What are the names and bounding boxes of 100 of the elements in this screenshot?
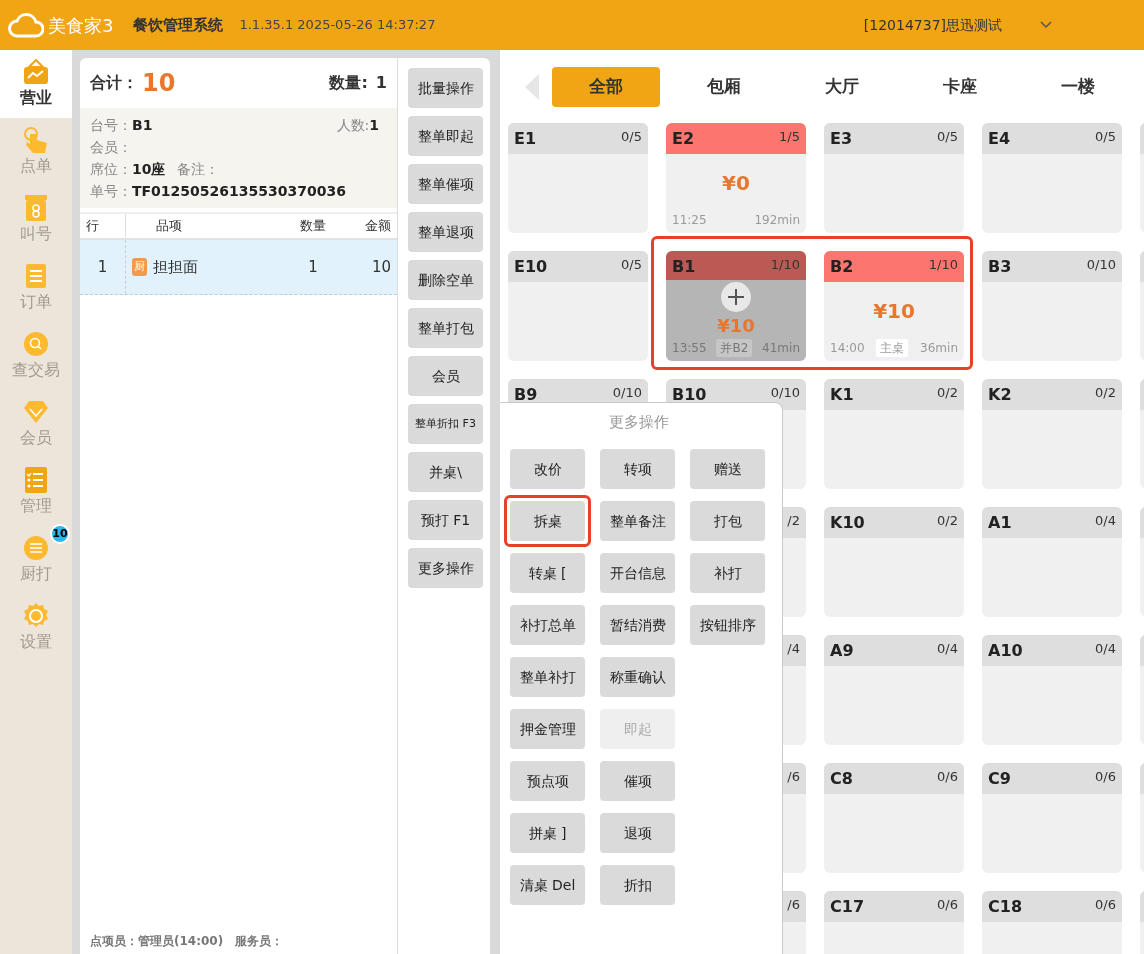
table-card[interactable]: K10 0/2 (824, 507, 964, 617)
table-name: E1 (514, 128, 537, 150)
table-cell-text: 1 (307, 256, 319, 278)
area-tab[interactable]: 一楼 (1024, 66, 1132, 107)
seat-count: 1/10 (928, 256, 958, 274)
area-tab[interactable]: 包厢 (670, 66, 778, 107)
menu-button[interactable]: 补打总单 (510, 605, 585, 645)
duration-text: 192min (754, 212, 800, 229)
amount-text: ¥10 (716, 314, 756, 338)
menu-button[interactable]: 改价 (510, 449, 585, 489)
menu-button[interactable]: 退项 (600, 813, 675, 853)
seat-count: 0/5 (621, 128, 642, 146)
action-button[interactable]: 整单退项 (408, 212, 483, 252)
table-name: C8 (830, 768, 853, 790)
field-label: 点项员： (90, 934, 138, 948)
menu-button[interactable]: 拼桌 ] (510, 813, 585, 853)
action-button[interactable]: 并桌\ (408, 452, 483, 492)
account-name[interactable]: [12014737]思迅测试 (863, 14, 1002, 36)
table-card[interactable]: E4 0/5 (982, 123, 1122, 233)
area-tab[interactable]: 全部 (552, 66, 660, 107)
table-card[interactable]: A10 0/4 (982, 635, 1122, 745)
menu-button[interactable]: 暂结消费 (600, 605, 675, 645)
version-text: 1.1.35.1 2025-05-26 14:37:27 (239, 16, 436, 35)
field-label: 台号： (90, 116, 132, 133)
seat-count: 1/5 (779, 128, 800, 146)
sidebar-item[interactable]: 营业 (0, 50, 72, 118)
seat-count: /6 (787, 768, 800, 786)
seat-count: 0/6 (1095, 896, 1116, 914)
action-button[interactable]: 删除空单 (408, 260, 483, 300)
total-amount: 10 (142, 68, 176, 99)
table-name: K2 (988, 384, 1012, 406)
menu-button[interactable]: 打包 (690, 501, 765, 541)
field-label: 席位： (90, 160, 132, 177)
search-icon (21, 330, 51, 358)
popup-title: 更多操作 (607, 412, 670, 433)
table-name: B10 (672, 384, 707, 406)
area-tab[interactable]: 大厅 (788, 66, 896, 107)
action-button[interactable]: 批量操作 (408, 68, 483, 108)
sidebar-item[interactable]: 厨打 10 (0, 526, 72, 594)
plus-icon[interactable] (728, 289, 744, 305)
table-card[interactable]: E10 0/5 (508, 251, 648, 361)
logo-text: 美食家3 (48, 13, 114, 38)
menu-button[interactable]: 整单补打 (510, 657, 585, 697)
duration-text: 36min (920, 340, 958, 357)
area-tab[interactable]: 卡座 (906, 66, 1014, 107)
field-label: 会员： (90, 138, 132, 155)
table-card[interactable]: B1 1/10 ¥10 13:55 并B2 41min (666, 251, 806, 361)
menu-button[interactable]: 清桌 Del (510, 865, 585, 905)
table-card[interactable]: K1 0/2 (824, 379, 964, 489)
table-name: A10 (988, 640, 1023, 662)
chevron-down-icon[interactable] (1040, 21, 1052, 29)
table-card[interactable]: E3 0/5 (824, 123, 964, 233)
menu-lines-icon (21, 534, 51, 562)
action-button[interactable]: 会员 (408, 356, 483, 396)
add-button[interactable] (721, 282, 751, 312)
action-button[interactable]: 整单折扣 F3 (408, 404, 483, 444)
total-label: 合计： (90, 72, 138, 94)
menu-button[interactable]: 押金管理 (510, 709, 585, 749)
menu-button[interactable]: 转项 (600, 449, 675, 489)
menu-button[interactable]: 转桌 [ (510, 553, 585, 593)
table-card[interactable]: E2 1/5 ¥0 11:25 192min (666, 123, 806, 233)
menu-button[interactable]: 按钮排序 (690, 605, 765, 645)
table-name: K1 (830, 384, 854, 406)
open-time: 11:25 (672, 212, 707, 229)
menu-button[interactable]: 补打 (690, 553, 765, 593)
seat-count: 0/10 (612, 384, 642, 402)
action-button[interactable]: 预打 F1 (408, 500, 483, 540)
table-card[interactable]: B2 1/10 ¥10 14:00 主桌 36min (824, 251, 964, 361)
table-name: C9 (988, 768, 1011, 790)
table-card[interactable]: C18 0/6 (982, 891, 1122, 954)
field-value: TF01250526135530370036 (132, 182, 346, 199)
table-card[interactable]: C8 0/6 (824, 763, 964, 873)
action-button[interactable]: 整单即起 (408, 116, 483, 156)
table-card[interactable]: C17 0/6 (824, 891, 964, 954)
table-card[interactable]: C9 0/6 (982, 763, 1122, 873)
amount-text: ¥0 (721, 170, 751, 197)
table-card[interactable]: A9 0/4 (824, 635, 964, 745)
menu-button[interactable]: 折扣 (600, 865, 675, 905)
column-header: 品项 (155, 217, 183, 236)
menu-button[interactable]: 整单备注 (600, 501, 675, 541)
action-button[interactable]: 整单打包 (408, 308, 483, 348)
settings-icon (21, 602, 51, 630)
seat-count: 0/6 (1095, 768, 1116, 786)
menu-button[interactable]: 预点项 (510, 761, 585, 801)
table-card[interactable]: K2 0/2 (982, 379, 1122, 489)
order-row[interactable]: 1 厨 担担面 1 10 (80, 240, 397, 295)
menu-button[interactable]: 催项 (600, 761, 675, 801)
table-card[interactable]: E1 0/5 (508, 123, 648, 233)
table-card[interactable]: B3 0/10 (982, 251, 1122, 361)
action-button[interactable]: 整单催项 (408, 164, 483, 204)
amount-text: ¥10 (872, 298, 916, 325)
table-name: C17 (830, 896, 864, 918)
field-label: 单号： (90, 182, 132, 199)
duration-text: 41min (762, 340, 800, 357)
action-button[interactable]: 更多操作 (408, 548, 483, 588)
menu-button[interactable]: 赠送 (690, 449, 765, 489)
menu-button[interactable]: 开台信息 (600, 553, 675, 593)
menu-button[interactable]: 拆桌 (510, 501, 585, 541)
table-card[interactable]: A1 0/4 (982, 507, 1122, 617)
menu-button[interactable]: 称重确认 (600, 657, 675, 697)
